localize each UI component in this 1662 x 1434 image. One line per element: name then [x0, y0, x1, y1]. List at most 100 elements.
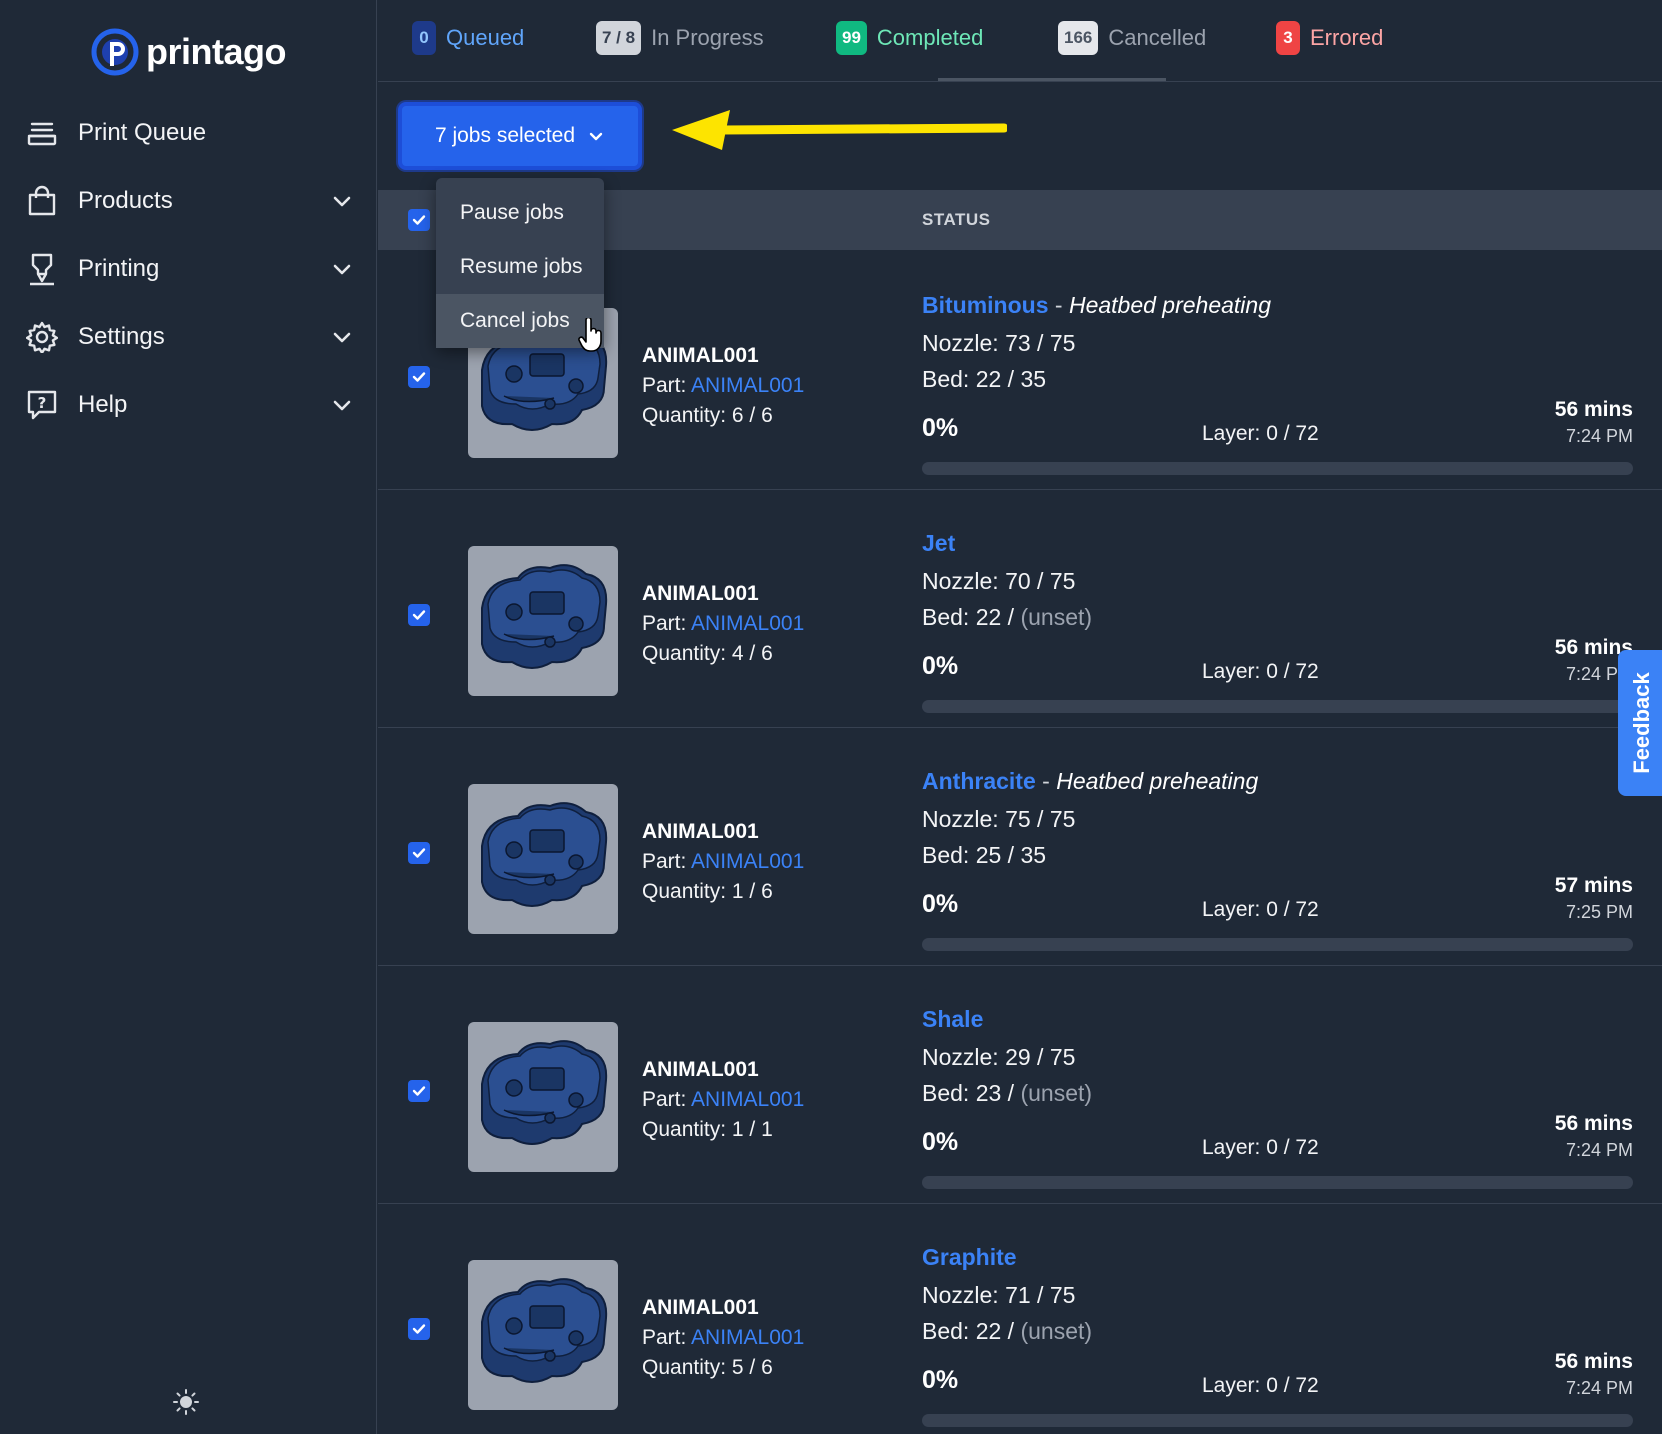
part-label: Part: — [642, 850, 687, 873]
progress-percent: 0% — [922, 414, 959, 442]
progress-percent: 0% — [922, 652, 959, 680]
part-thumbnail-icon — [481, 802, 608, 907]
sidebar-item-products[interactable]: Products — [24, 176, 354, 226]
progress-percent: 0% — [922, 1366, 959, 1394]
part-thumbnail[interactable] — [468, 784, 618, 934]
tab-queued[interactable]: 0 Queued — [412, 18, 524, 58]
sidebar: printago Print Queue Products Printing S… — [0, 0, 377, 1434]
job-name: ANIMAL001 — [642, 1296, 759, 1319]
progress-bar — [922, 1414, 1633, 1427]
sun-icon[interactable] — [172, 1388, 200, 1416]
quantity-label: Quantity: — [642, 1356, 727, 1379]
check-icon — [412, 610, 426, 620]
sidebar-item-label: Print Queue — [78, 119, 207, 146]
tab-errored[interactable]: 3 Errored — [1276, 18, 1383, 58]
finish-time: 7:24 PM — [1565, 426, 1633, 446]
progress-bar — [922, 462, 1633, 475]
job-quantity: Quantity: 4 / 6 — [642, 642, 773, 666]
part-thumbnail[interactable] — [468, 1022, 618, 1172]
status-tabs: 0 Queued 7 / 8 In Progress 99 Completed … — [378, 0, 1662, 82]
menu-item-pause-jobs[interactable]: Pause jobs — [436, 186, 604, 240]
check-icon — [412, 372, 426, 382]
bulk-actions-label: 7 jobs selected — [434, 124, 576, 147]
job-quantity: Quantity: 1 / 1 — [642, 1118, 773, 1142]
nozzle-temperature: Nozzle: 75 / 75 — [922, 806, 1076, 832]
printer-name-link[interactable]: Anthracite — [922, 768, 1036, 794]
job-name: ANIMAL001 — [642, 582, 759, 605]
progress-bar — [922, 700, 1633, 713]
chevron-down-icon[interactable] — [330, 257, 354, 281]
row-select-checkbox[interactable] — [408, 604, 430, 626]
bed-target: (unset) — [1020, 1080, 1093, 1106]
print-queue-icon — [24, 115, 60, 151]
part-link[interactable]: ANIMAL001 — [691, 1088, 804, 1111]
row-select-checkbox[interactable] — [408, 842, 430, 864]
feedback-button[interactable]: Feedback — [1618, 650, 1662, 796]
tab-count-badge: 7 / 8 — [596, 21, 642, 55]
time-remaining: 57 mins — [1554, 874, 1633, 897]
time-remaining: 56 mins — [1554, 1112, 1633, 1135]
job-name: ANIMAL001 — [642, 1058, 759, 1081]
check-icon — [412, 215, 426, 225]
table-row[interactable]: ANIMAL001 Part: ANIMAL001 Quantity: 1 / … — [378, 728, 1662, 966]
select-all-checkbox[interactable] — [408, 209, 430, 231]
part-label: Part: — [642, 612, 687, 635]
sidebar-item-printing[interactable]: Printing — [24, 244, 354, 294]
printer-name-link[interactable]: Bituminous — [922, 292, 1049, 318]
nozzle-temperature: Nozzle: 71 / 75 — [922, 1282, 1076, 1308]
bed-target: (unset) — [1020, 1318, 1093, 1344]
quantity-label: Quantity: — [642, 404, 727, 427]
tab-label: Errored — [1310, 25, 1384, 50]
sidebar-item-help[interactable]: ? Help — [24, 380, 354, 430]
table-row[interactable]: ANIMAL001 Part: ANIMAL001 Quantity: 4 / … — [378, 490, 1662, 728]
printer-name-link[interactable]: Jet — [922, 530, 955, 556]
progress-bar — [922, 938, 1633, 951]
bed-temperature: Bed: 22 / (unset) — [922, 604, 1092, 631]
bulk-actions-button[interactable]: 7 jobs selected — [398, 102, 642, 170]
sidebar-item-label: Printing — [78, 255, 160, 282]
layer-progress: Layer: 0 / 72 — [1202, 422, 1319, 445]
printago-logo-icon — [91, 28, 139, 76]
quantity-label: Quantity: — [642, 880, 727, 903]
sidebar-item-settings[interactable]: Settings — [24, 312, 354, 362]
chevron-down-icon[interactable] — [330, 325, 354, 349]
part-link[interactable]: ANIMAL001 — [691, 612, 804, 635]
part-link[interactable]: ANIMAL001 — [691, 374, 804, 397]
sidebar-item-print-queue[interactable]: Print Queue — [24, 108, 354, 158]
table-row[interactable]: ANIMAL001 Part: ANIMAL001 Quantity: 1 / … — [378, 966, 1662, 1204]
printer-status-line: Shale — [922, 1006, 983, 1033]
part-thumbnail[interactable] — [468, 546, 618, 696]
printer-name-link[interactable]: Shale — [922, 1006, 983, 1032]
job-part: Part: ANIMAL001 — [642, 850, 804, 874]
shopping-bag-icon — [24, 183, 60, 219]
job-part: Part: ANIMAL001 — [642, 1088, 804, 1112]
part-link[interactable]: ANIMAL001 — [691, 850, 804, 873]
printer-name-link[interactable]: Graphite — [922, 1244, 1017, 1270]
row-select-checkbox[interactable] — [408, 1318, 430, 1340]
row-select-checkbox[interactable] — [408, 366, 430, 388]
job-part: Part: ANIMAL001 — [642, 1326, 804, 1350]
tab-label: Cancelled — [1108, 25, 1207, 50]
table-row[interactable]: ANIMAL001 Part: ANIMAL001 Quantity: 5 / … — [378, 1204, 1662, 1434]
tab-cancelled[interactable]: 166 Cancelled — [1058, 18, 1206, 58]
part-link[interactable]: ANIMAL001 — [691, 1326, 804, 1349]
job-quantity: Quantity: 6 / 6 — [642, 404, 773, 428]
job-part: Part: ANIMAL001 — [642, 612, 804, 636]
layer-progress: Layer: 0 / 72 — [1202, 1374, 1319, 1397]
menu-item-resume-jobs[interactable]: Resume jobs — [436, 240, 604, 294]
tab-in-progress[interactable]: 7 / 8 In Progress — [596, 18, 764, 58]
chevron-down-icon[interactable] — [330, 189, 354, 213]
progress-percent: 0% — [922, 1128, 959, 1156]
brand-logo[interactable]: printago — [90, 26, 286, 78]
part-thumbnail[interactable] — [468, 1260, 618, 1410]
feedback-label: Feedback — [1629, 672, 1654, 774]
nozzle-temperature: Nozzle: 29 / 75 — [922, 1044, 1076, 1070]
bed-current: Bed: 25 / — [922, 842, 1021, 868]
row-select-checkbox[interactable] — [408, 1080, 430, 1102]
chevron-down-icon[interactable] — [330, 393, 354, 417]
tab-completed[interactable]: 99 Completed — [836, 18, 983, 58]
quantity-label: Quantity: — [642, 1118, 727, 1141]
status-separator: - — [1035, 768, 1057, 794]
layer-progress: Layer: 0 / 72 — [1202, 898, 1319, 921]
printer-icon — [24, 251, 60, 287]
